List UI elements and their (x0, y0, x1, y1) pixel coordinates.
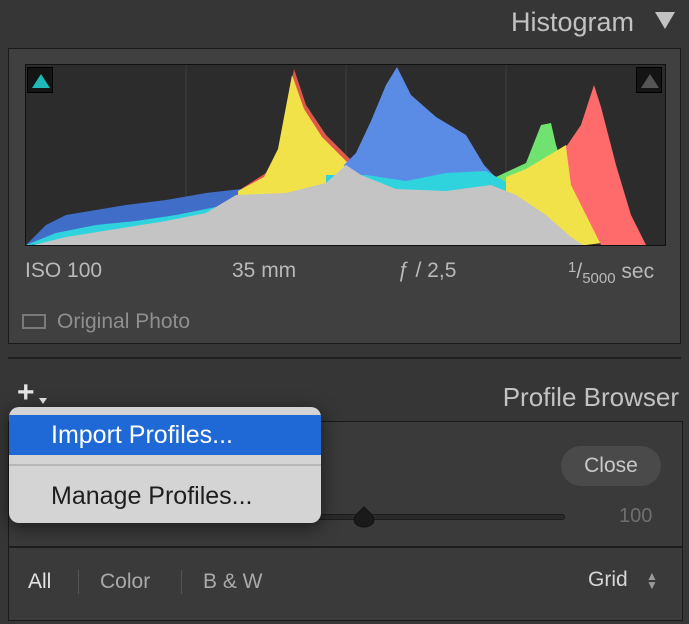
filter-separator (181, 570, 182, 594)
filter-bw-tab[interactable]: B & W (203, 570, 263, 594)
histogram-graph[interactable] (25, 64, 666, 246)
add-profile-menu: Import Profiles... Manage Profiles... (9, 407, 321, 523)
filter-color-tab[interactable]: Color (100, 570, 150, 594)
manage-profiles-menu-item[interactable]: Manage Profiles... (9, 476, 321, 516)
original-photo-label[interactable]: Original Photo (57, 310, 190, 334)
exif-iso: ISO 100 (25, 259, 103, 282)
filter-all-tab[interactable]: All (28, 570, 51, 594)
close-button[interactable]: Close (561, 446, 661, 486)
import-profiles-menu-item[interactable]: Import Profiles... (9, 415, 321, 455)
highlight-clipping-toggle[interactable] (636, 67, 662, 93)
shadow-clipping-triangle-icon (32, 74, 50, 88)
shadow-clipping-toggle[interactable] (27, 67, 53, 93)
view-mode-select[interactable]: Grid (588, 568, 628, 592)
original-photo-checkbox[interactable] (22, 314, 46, 329)
exif-focal-length: 35 mm (232, 259, 297, 282)
exif-aperture: ƒ / 2,5 (398, 259, 457, 282)
amount-slider-track[interactable] (300, 514, 565, 520)
highlight-clipping-triangle-icon (641, 74, 659, 88)
filter-separator (78, 570, 79, 594)
profile-browser-title: Profile Browser (502, 382, 679, 412)
shutter-unit: sec (621, 260, 655, 283)
dropdown-caret-icon (39, 398, 47, 404)
histogram-chart (26, 65, 646, 245)
panel-divider (8, 357, 681, 359)
exif-shutter-speed: 1/5000 sec (568, 259, 655, 288)
collapse-triangle-icon[interactable] (655, 12, 675, 29)
menu-separator (9, 464, 321, 466)
shutter-denominator: 5000 (582, 270, 616, 288)
updown-arrows-icon[interactable]: ▲ ▼ (646, 570, 658, 591)
shutter-numerator: 1 (568, 259, 577, 276)
add-profile-plus-icon[interactable]: + (17, 378, 35, 408)
amount-slider-thumb[interactable] (352, 506, 376, 528)
profile-browser-divider (9, 546, 682, 548)
histogram-title: Histogram (510, 7, 634, 37)
amount-value: 100 (619, 505, 653, 527)
